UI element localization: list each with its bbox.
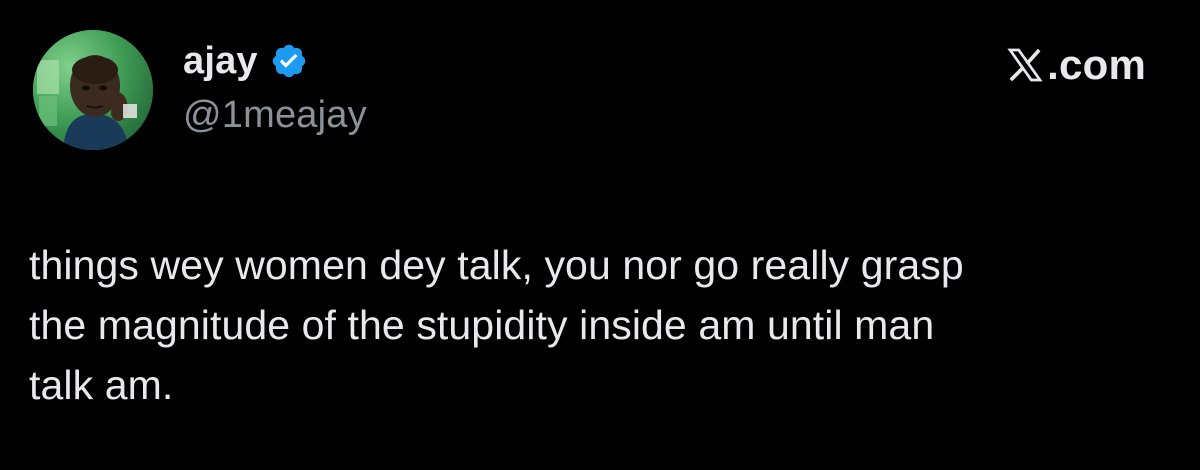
author-name-row: ajay [183, 36, 308, 86]
tweet-text-line: things wey women dey talk, you nor go re… [29, 242, 964, 288]
brand-text: .com [1047, 41, 1146, 88]
tweet-text-line: the magnitude of the stupidity inside am… [29, 302, 935, 348]
avatar[interactable] [33, 30, 153, 150]
author-display-name[interactable]: ajay [183, 42, 258, 80]
tweet-text: things wey women dey talk, you nor go re… [29, 235, 1179, 415]
tweet-text-line: talk am. [29, 362, 174, 408]
verified-badge-icon [270, 42, 308, 80]
brand-watermark: .com [1005, 40, 1146, 90]
profile-photo-icon [33, 30, 153, 150]
tweet-card: ajay @1meajay .com things wey women dey … [0, 0, 1200, 470]
author-handle[interactable]: @1meajay [183, 96, 367, 134]
x-logo-icon [1005, 45, 1045, 85]
